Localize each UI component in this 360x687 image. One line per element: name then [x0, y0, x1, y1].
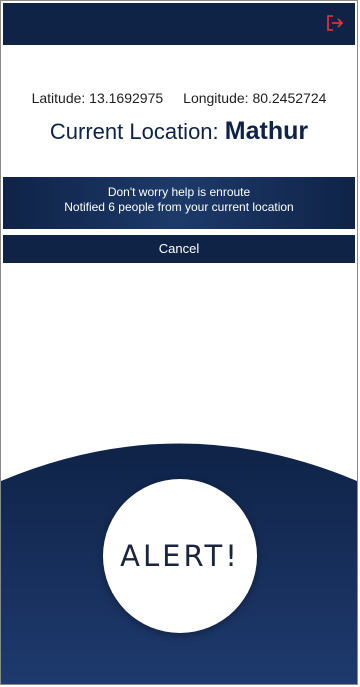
help-notice-banner: Don't worry help is enroute Notified 6 p…	[3, 177, 355, 229]
latitude-text: Latitude: 13.1692975	[31, 90, 164, 106]
notice-line-1: Don't worry help is enroute	[107, 185, 251, 199]
logout-icon[interactable]	[325, 13, 345, 33]
longitude-text: Longitude: 80.2452724	[183, 90, 327, 106]
alert-label: ALERT!	[120, 539, 240, 573]
location-prefix: Current Location:	[49, 119, 219, 144]
current-location: Current Location: Mathur	[1, 117, 357, 146]
top-bar	[3, 3, 355, 45]
alert-button[interactable]: ALERT!	[103, 479, 257, 633]
coordinates-row: Latitude: 13.1692975 Longitude: 80.245272…	[1, 90, 357, 106]
app-frame: Latitude: 13.1692975 Longitude: 80.245272…	[0, 0, 358, 685]
location-city: Mathur	[224, 117, 309, 145]
notice-line-2: Notified 6 people from your current loca…	[64, 200, 294, 214]
cancel-button[interactable]: Cancel	[3, 235, 355, 263]
